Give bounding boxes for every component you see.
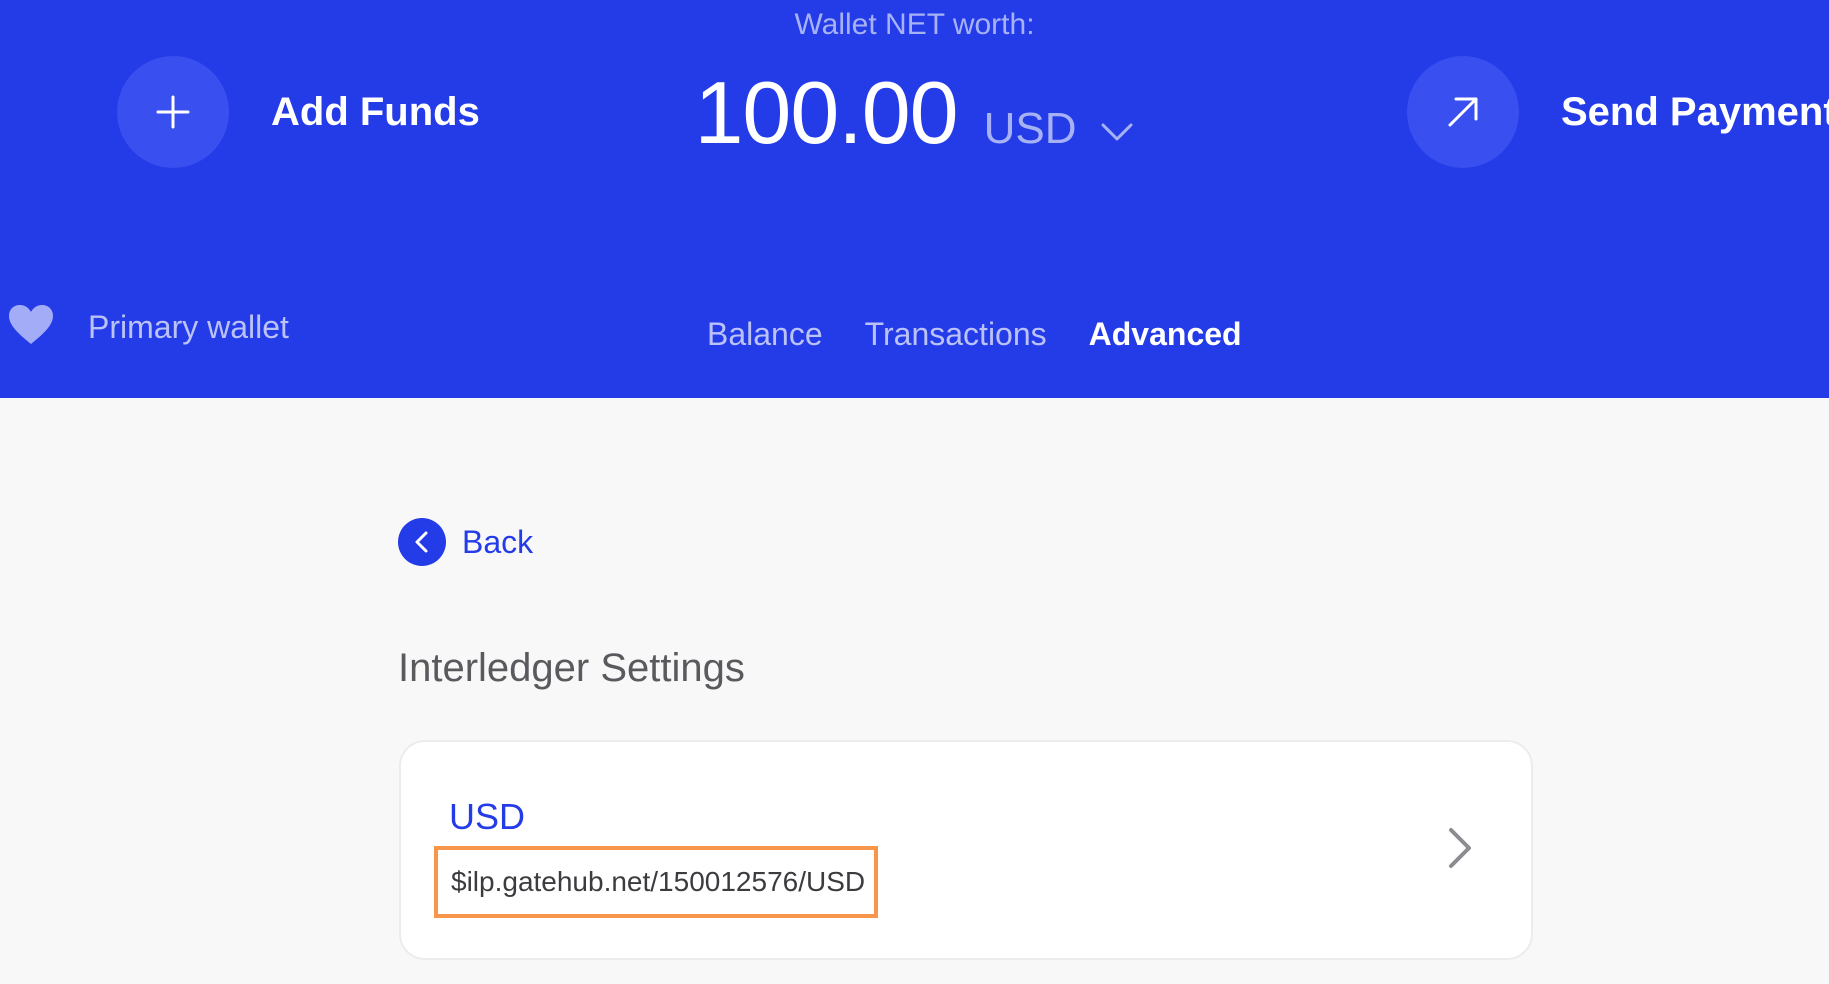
wallet-name-label: Primary wallet — [88, 309, 289, 345]
tab-transactions[interactable]: Transactions — [865, 316, 1047, 353]
app: Wallet NET worth: 100.00 USD Add Funds S… — [0, 0, 1829, 984]
back-button[interactable]: Back — [398, 518, 533, 566]
main-content: Back Interledger Settings USD $ilp.gateh… — [0, 398, 1829, 984]
networth-label: Wallet NET worth: — [794, 8, 1035, 41]
interledger-account-card[interactable]: USD $ilp.gatehub.net/150012576/USD — [399, 740, 1533, 960]
networth-currency[interactable]: USD — [984, 104, 1077, 154]
wallet-header: Wallet NET worth: 100.00 USD Add Funds S… — [0, 0, 1829, 398]
send-payment-button[interactable]: Send Payment — [1407, 56, 1829, 168]
tab-advanced[interactable]: Advanced — [1089, 316, 1242, 353]
chevron-right-icon — [1445, 826, 1475, 870]
back-label: Back — [462, 523, 534, 560]
payment-pointer-address: $ilp.gatehub.net/150012576/USD — [451, 866, 866, 897]
arrow-up-right-icon — [1407, 56, 1519, 168]
add-funds-button[interactable]: Add Funds — [117, 56, 480, 168]
add-funds-label: Add Funds — [271, 89, 480, 134]
chevron-left-icon — [398, 518, 446, 566]
address-highlight: $ilp.gatehub.net/150012576/USD — [434, 846, 878, 918]
section-title: Interledger Settings — [398, 646, 745, 690]
wallet-selector[interactable]: Primary wallet — [8, 304, 289, 351]
chevron-down-icon[interactable] — [1099, 119, 1135, 143]
plus-icon — [117, 56, 229, 168]
send-payment-label: Send Payment — [1561, 89, 1829, 134]
account-currency: USD — [449, 796, 526, 837]
tab-balance[interactable]: Balance — [707, 316, 823, 353]
heart-icon — [8, 304, 54, 351]
wallet-tabs: Balance Transactions Advanced — [707, 316, 1284, 353]
networth-amount: 100.00 — [694, 63, 958, 162]
